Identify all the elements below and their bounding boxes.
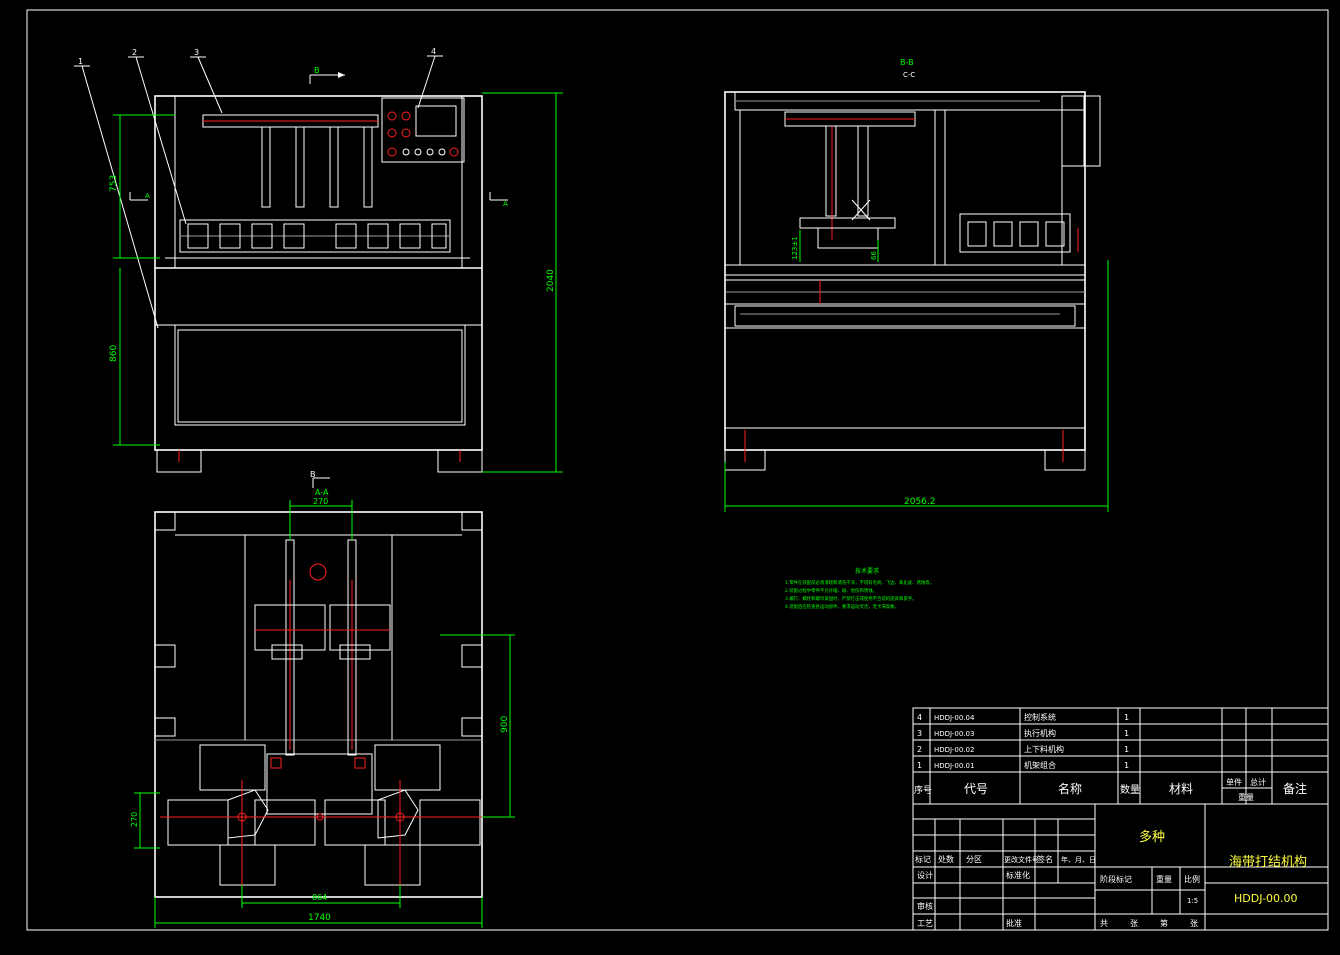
bom-header-total: 总计 bbox=[1250, 777, 1266, 787]
bom-no: 1 bbox=[917, 761, 922, 770]
bom-row: 3 HDDJ-00.03 执行机构 1 bbox=[917, 728, 1129, 738]
rev-label: 处数 bbox=[938, 854, 954, 864]
bom-header-code: 代号 bbox=[964, 782, 988, 796]
bom-no: 3 bbox=[917, 729, 922, 738]
dim-plan-left: 270 bbox=[130, 812, 139, 827]
bom-qty: 1 bbox=[1124, 729, 1129, 738]
approve-label: 批准 bbox=[1006, 918, 1022, 928]
bom-qty: 1 bbox=[1124, 745, 1129, 754]
rev-label: 标记 bbox=[915, 854, 931, 864]
bom-row: 1 HDDJ-00.01 机架组合 1 bbox=[917, 760, 1129, 770]
section-title-aa: A-A bbox=[315, 488, 329, 497]
rev-label: 更改文件号 bbox=[1004, 855, 1039, 864]
dim-plan-top: 270 bbox=[313, 497, 328, 506]
bom-header-material: 材料 bbox=[1169, 782, 1193, 796]
bom-header-name: 名称 bbox=[1058, 781, 1082, 796]
bom-qty: 1 bbox=[1124, 713, 1129, 722]
side-view bbox=[724, 91, 1109, 512]
bom-code: HDDJ-00.04 bbox=[934, 714, 975, 722]
bom-code: HDDJ-00.02 bbox=[934, 746, 974, 754]
tech-req-line-2: 2.装配过程中零件不允许磕、碰、划伤和锈蚀。 bbox=[785, 587, 877, 594]
bom-code: HDDJ-00.03 bbox=[934, 730, 974, 738]
bom-name: 控制系统 bbox=[1024, 712, 1056, 722]
sheet-label: 共 bbox=[1100, 919, 1108, 928]
rev-label: 分区 bbox=[966, 855, 982, 864]
tech-req-line-1: 1.零件在装配前必须清理和清洗干净，不得有毛刺、飞边、氧化皮、锈蚀等。 bbox=[785, 579, 934, 586]
section-marker-b-bottom: B bbox=[310, 470, 316, 479]
standardize-label: 标准化 bbox=[1006, 870, 1030, 880]
bom-row: 4 HDDJ-00.04 控制系统 1 bbox=[917, 712, 1129, 722]
bom-code: HDDJ-00.01 bbox=[934, 762, 974, 770]
dim-front-lower: 860 bbox=[109, 345, 119, 362]
weight-label: 重量 bbox=[1156, 874, 1172, 884]
section-title-cc: C-C bbox=[903, 71, 915, 79]
bom-row: 2 HDDJ-00.02 上下料机构 1 bbox=[917, 744, 1129, 754]
drawing-title: 海带打结机构 bbox=[1229, 855, 1307, 870]
tech-req-line-3: 3.螺钉、螺栓和螺母紧固时，严禁打击或使用不合适的旋具和扳手。 bbox=[785, 595, 917, 602]
review-label: 审核 bbox=[917, 901, 933, 911]
scale-label: 比例 bbox=[1184, 874, 1200, 884]
stage-mark-label: 阶段标记 bbox=[1100, 874, 1132, 884]
process-label: 工艺 bbox=[917, 919, 933, 928]
callout-1: 1 bbox=[78, 57, 83, 66]
bom-name: 机架组合 bbox=[1024, 760, 1056, 770]
dim-front-total: 2040 bbox=[546, 269, 556, 292]
rev-label: 年、月、日 bbox=[1061, 855, 1096, 864]
bom-no: 2 bbox=[917, 745, 922, 754]
front-view bbox=[74, 55, 563, 473]
plan-view bbox=[134, 477, 515, 928]
dim-side-width: 2056.2 bbox=[904, 497, 936, 507]
bom-header-qty: 数量 bbox=[1120, 783, 1140, 796]
bom-qty: 1 bbox=[1124, 761, 1129, 770]
dim-plan-bottom-total: 1740 bbox=[308, 913, 331, 923]
rev-label: 签名 bbox=[1037, 854, 1053, 864]
dim-plan-right: 900 bbox=[500, 716, 510, 733]
callout-4: 4 bbox=[431, 47, 436, 56]
bom-no: 4 bbox=[917, 713, 922, 722]
section-title-bb: B-B bbox=[900, 58, 914, 67]
design-label: 设计 bbox=[917, 870, 933, 880]
cad-drawing-sheet: 1 2 3 4 B B A A A-A B-B C-C 753 860 2040… bbox=[26, 9, 1329, 931]
dim-side-small-a: 123±1 bbox=[791, 236, 799, 260]
callout-2: 2 bbox=[132, 48, 137, 57]
dim-plan-bottom-inner: 864 bbox=[312, 893, 327, 902]
sheet-label: 张 bbox=[1130, 919, 1138, 928]
callout-3: 3 bbox=[194, 48, 199, 57]
section-marker-b-top: B bbox=[314, 66, 320, 75]
sheet-label: 张 bbox=[1190, 919, 1198, 928]
bom-header-single: 单件 bbox=[1226, 777, 1242, 787]
bom-name: 上下料机构 bbox=[1024, 744, 1064, 754]
bom-name: 执行机构 bbox=[1024, 728, 1056, 738]
material-value: 多种 bbox=[1139, 829, 1165, 845]
bom-header-no: 序号 bbox=[914, 784, 932, 796]
bom-header-weight: 重量 bbox=[1238, 792, 1254, 802]
dim-front-upper: 753 bbox=[109, 175, 119, 192]
scale-value: 1:5 bbox=[1187, 897, 1198, 905]
sheet-label: 第 bbox=[1160, 918, 1168, 928]
tech-req-line-4: 4.装配后应检查各运动部件，要求运动灵活，无卡滞现象。 bbox=[785, 603, 899, 610]
tech-req-title: 技术要求 bbox=[855, 567, 879, 575]
section-marker-a-right: A bbox=[503, 200, 508, 208]
section-marker-a-left: A bbox=[145, 192, 150, 200]
bom-header-remark: 备注 bbox=[1283, 781, 1307, 796]
drawing-number: HDDJ-00.00 bbox=[1234, 892, 1298, 905]
dim-side-small-b: 66 bbox=[870, 251, 878, 260]
